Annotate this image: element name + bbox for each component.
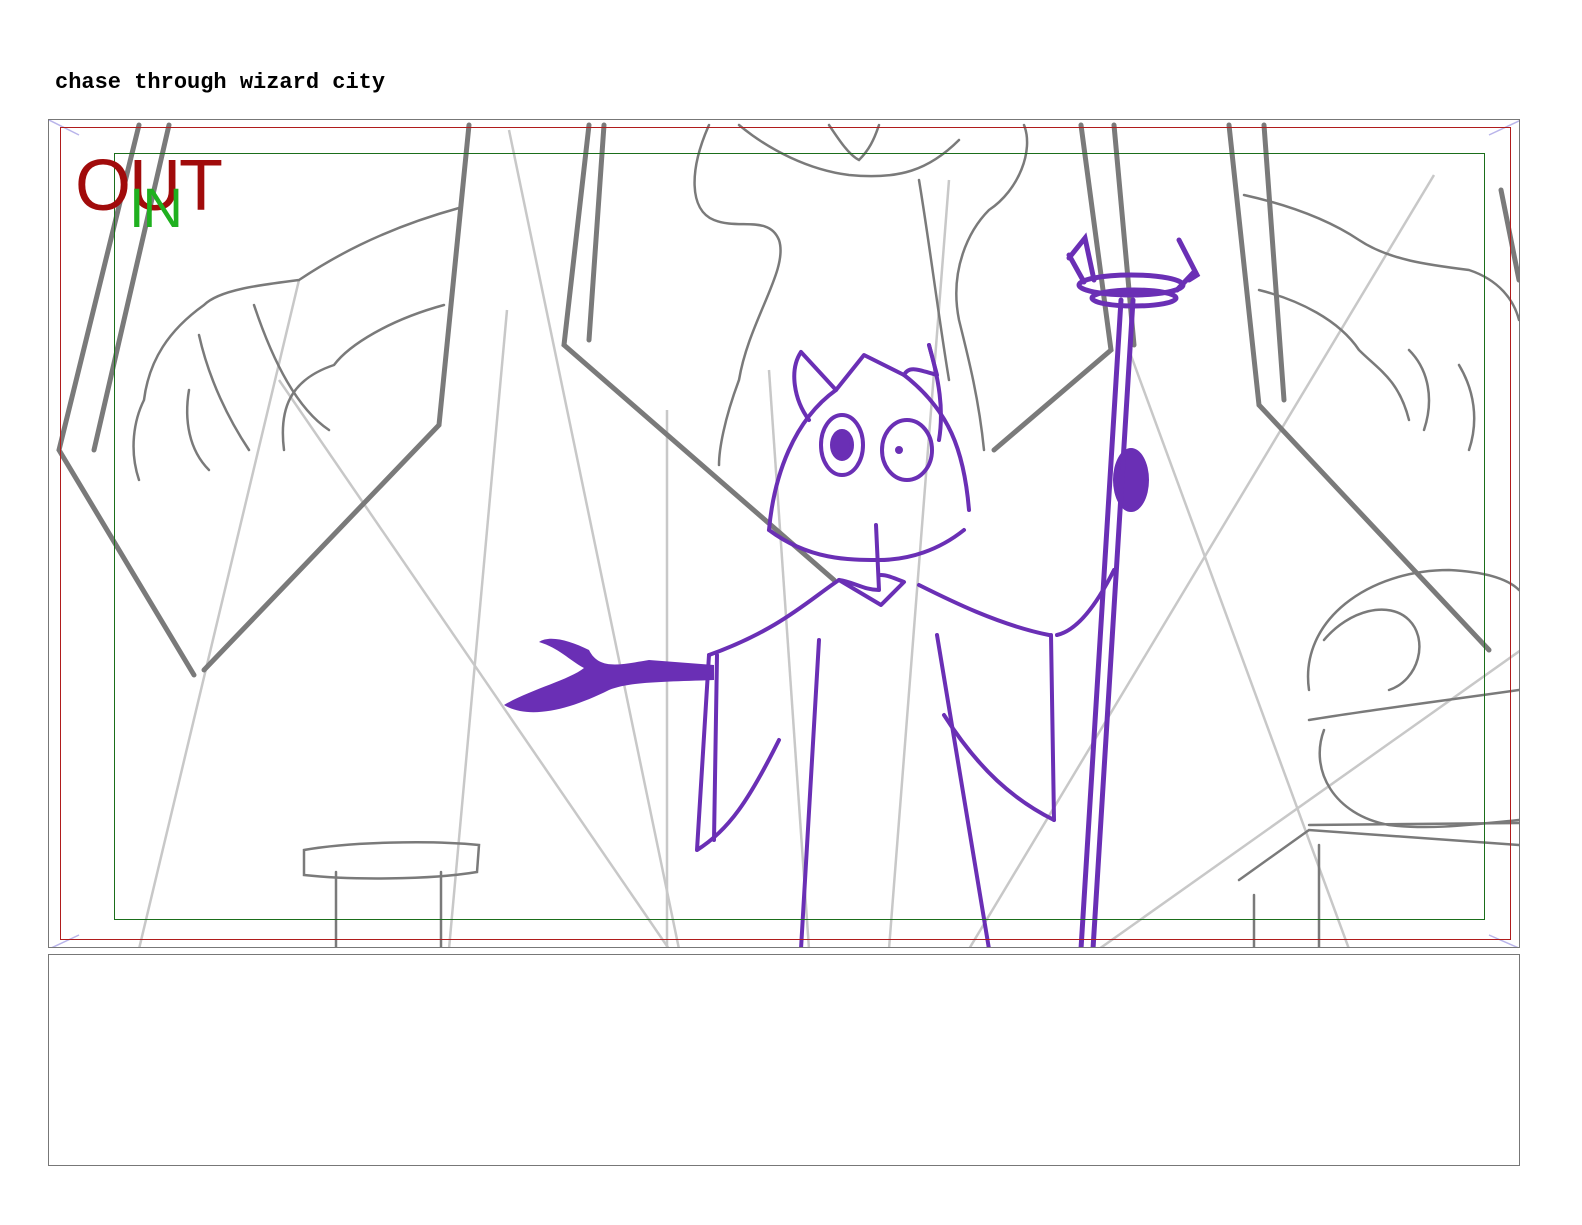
frame-in-label: IN <box>129 176 183 239</box>
scene-title: chase through wizard city <box>55 70 386 95</box>
storyboard-panel: OUT IN <box>48 119 1520 948</box>
frame-in-border <box>114 153 1485 920</box>
notes-box[interactable] <box>48 954 1520 1166</box>
